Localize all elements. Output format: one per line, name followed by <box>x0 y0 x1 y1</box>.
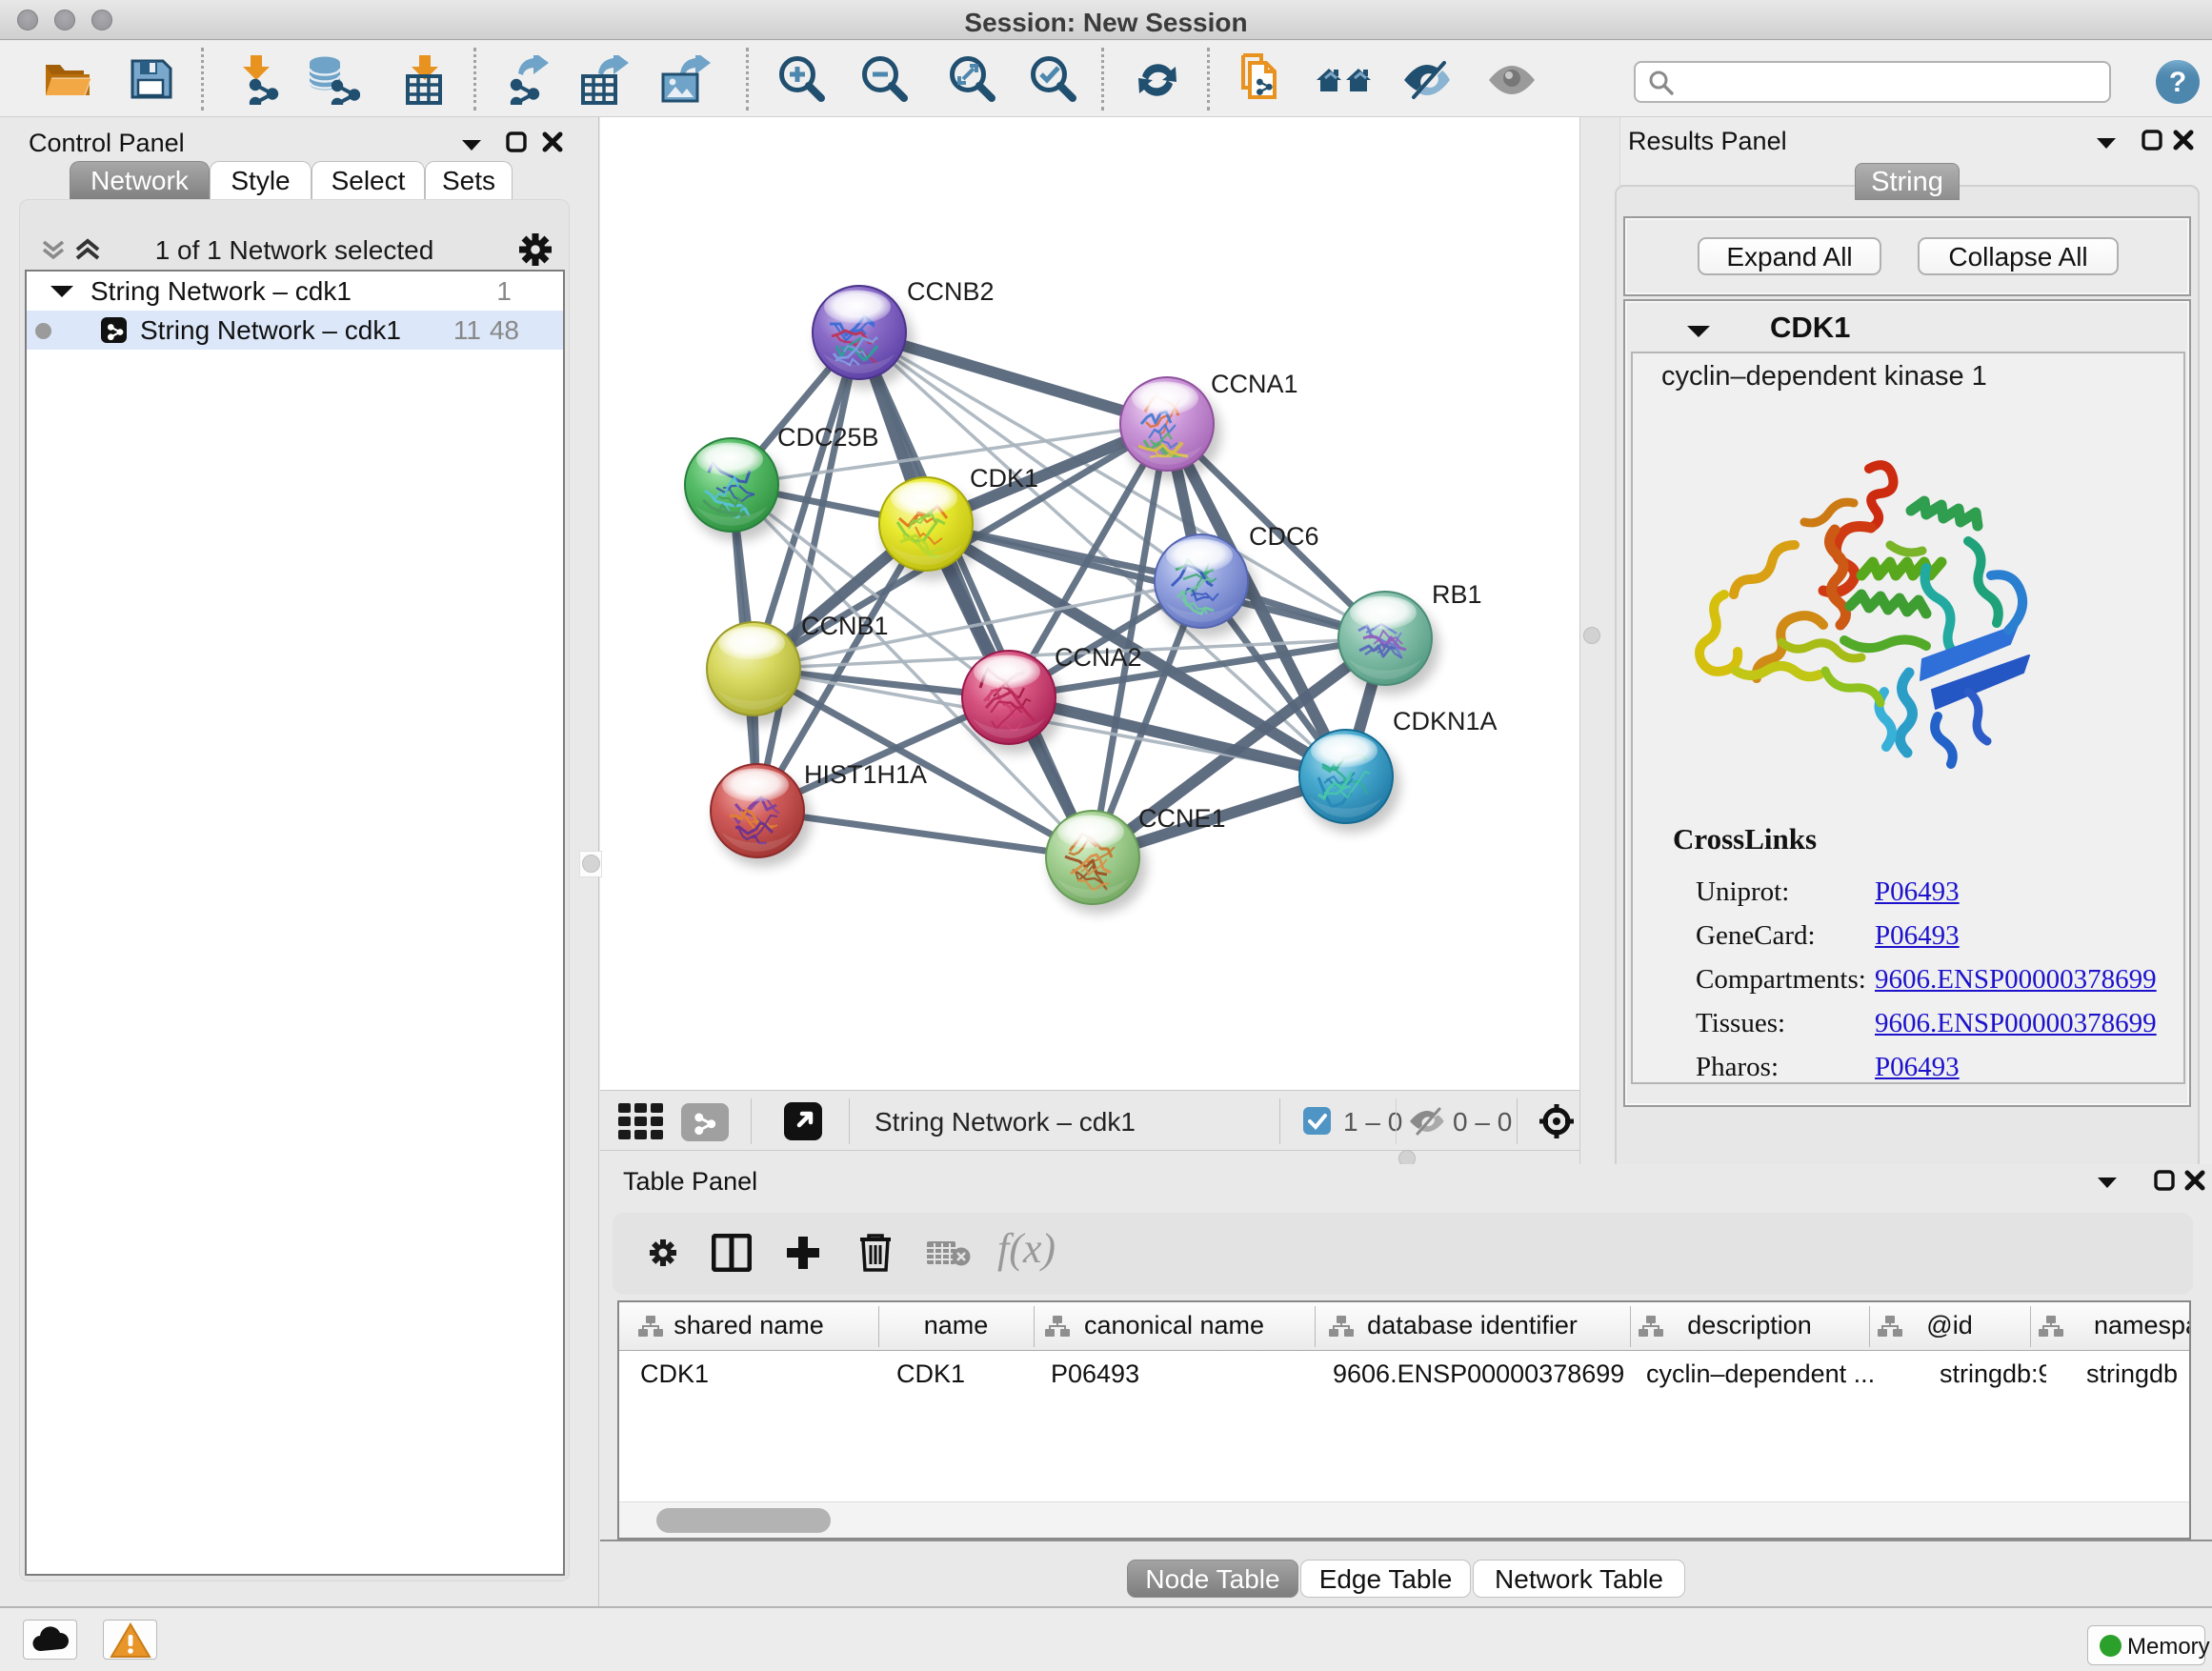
svg-text:?: ? <box>2169 67 2186 98</box>
svg-text:CCNA1: CCNA1 <box>1211 370 1298 398</box>
svg-text:CCNE1: CCNE1 <box>1138 804 1226 833</box>
svg-text:CCNA2: CCNA2 <box>1055 643 1142 672</box>
svg-text:CDC25B: CDC25B <box>777 423 879 452</box>
svg-text:RB1: RB1 <box>1432 580 1482 609</box>
svg-text:CCNB2: CCNB2 <box>907 277 995 306</box>
svg-text:CDC6: CDC6 <box>1249 522 1319 551</box>
svg-text:HIST1H1A: HIST1H1A <box>804 760 927 789</box>
svg-text:CDK1: CDK1 <box>970 464 1038 493</box>
svg-text:CDKN1A: CDKN1A <box>1393 707 1498 735</box>
svg-text:CCNB1: CCNB1 <box>801 612 889 640</box>
